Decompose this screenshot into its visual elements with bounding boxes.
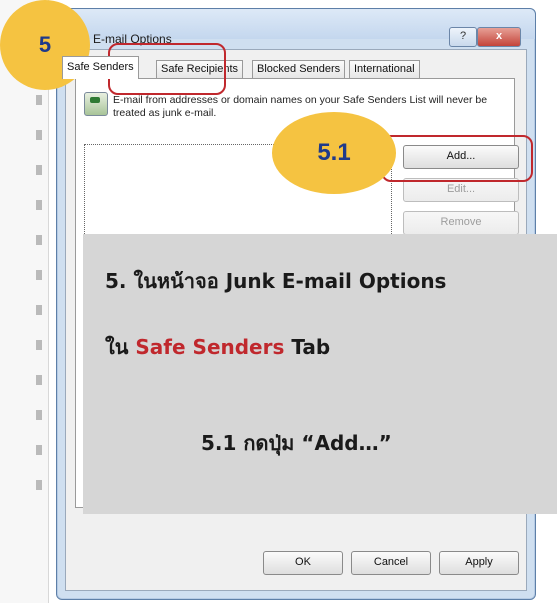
text-fragment	[36, 410, 42, 420]
text-fragment	[36, 480, 42, 490]
text-fragment	[36, 305, 42, 315]
instruction-line-2-suffix: Tab	[284, 335, 331, 359]
text-fragment	[36, 340, 42, 350]
instruction-line-2: ใน Safe Senders Tab	[105, 331, 330, 363]
title-bar: E-mail Options ? x	[57, 9, 535, 47]
remove-button[interactable]: Remove	[403, 211, 519, 235]
text-fragment	[36, 95, 42, 105]
background-document-column	[0, 0, 49, 603]
cancel-button[interactable]: Cancel	[351, 551, 431, 575]
apply-button[interactable]: Apply	[439, 551, 519, 575]
text-fragment	[36, 270, 42, 280]
text-fragment	[36, 445, 42, 455]
text-fragment	[36, 165, 42, 175]
ok-button[interactable]: OK	[263, 551, 343, 575]
instruction-line-1: 5. ในหน้าจอ Junk E-mail Options	[105, 269, 447, 293]
text-fragment	[36, 235, 42, 245]
instruction-line-2-prefix: ใน	[105, 335, 136, 359]
safe-senders-icon	[84, 92, 108, 116]
text-fragment	[36, 375, 42, 385]
highlight-add-button	[381, 135, 533, 182]
text-fragment	[36, 200, 42, 210]
step-5-1-callout: 5.1	[272, 112, 396, 194]
close-button[interactable]: x	[477, 27, 521, 47]
instruction-overlay: 5. ในหน้าจอ Junk E-mail Options ใน Safe …	[83, 234, 557, 514]
tab-blocked-senders[interactable]: Blocked Senders	[252, 60, 346, 78]
tab-international[interactable]: International	[349, 60, 420, 78]
text-fragment	[36, 130, 42, 140]
instruction-line-3: 5.1 กดปุ่ม “Add…”	[201, 431, 392, 455]
tab-safe-senders[interactable]: Safe Senders	[62, 56, 139, 79]
instruction-safe-senders-highlight: Safe Senders	[135, 335, 285, 359]
help-button[interactable]: ?	[449, 27, 477, 47]
